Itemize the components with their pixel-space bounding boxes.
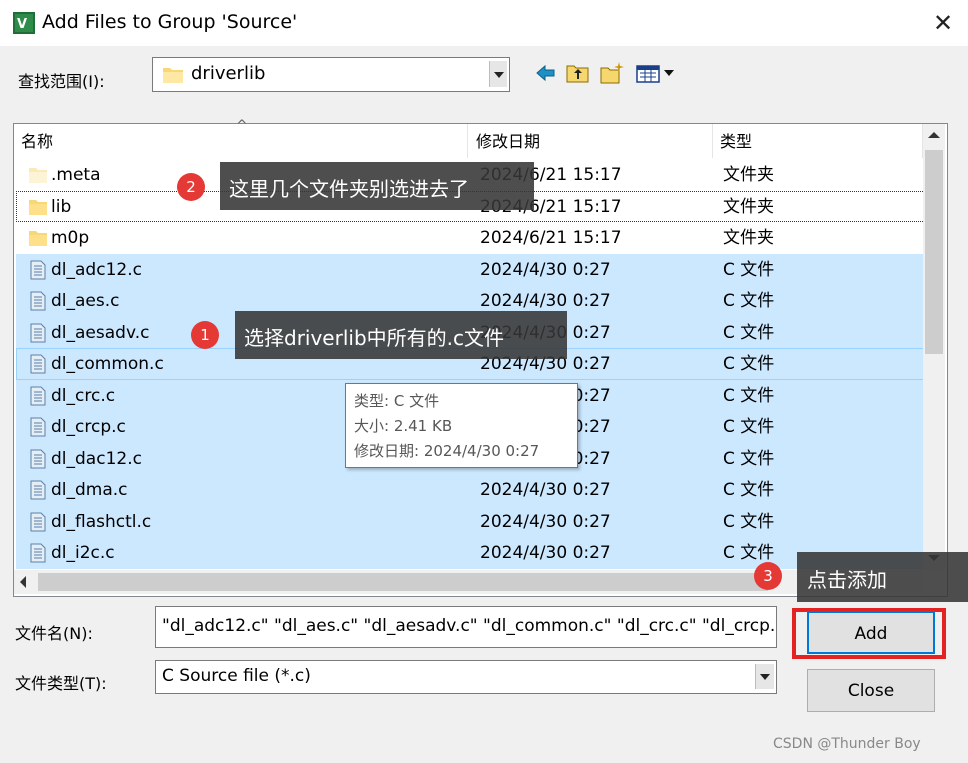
c-file-icon xyxy=(30,449,46,468)
file-row[interactable]: dl_dma.c 2024/4/30 0:27 C 文件 xyxy=(16,474,929,506)
annotation-text: 选择driverlib中所有的.c文件 xyxy=(244,326,504,350)
c-file-icon xyxy=(30,512,46,531)
file-name: dl_crcp.c xyxy=(51,417,126,437)
new-folder-icon[interactable] xyxy=(600,60,624,86)
annotation-callout-1: 选择driverlib中所有的.c文件 xyxy=(235,311,567,359)
file-type: C 文件 xyxy=(723,480,775,500)
file-name: dl_adc12.c xyxy=(51,259,142,280)
filetype-select[interactable]: C Source file (*.c) xyxy=(155,660,777,694)
c-file-icon xyxy=(30,417,46,437)
sort-ascending-icon: ^ xyxy=(236,118,248,134)
close-icon[interactable]: ✕ xyxy=(930,6,956,40)
watermark: CSDN @Thunder Boy xyxy=(773,736,921,752)
file-type: C 文件 xyxy=(723,417,775,437)
up-folder-icon[interactable] xyxy=(566,60,590,86)
scroll-up-icon[interactable] xyxy=(923,124,945,146)
file-name: dl_common.c xyxy=(51,354,164,374)
annotation-badge-1: 1 xyxy=(191,321,219,349)
c-file-icon xyxy=(30,543,46,563)
keil-uvision-icon: V xyxy=(13,12,35,34)
file-row[interactable]: m0p 2024/6/21 15:17 文件夹 xyxy=(16,222,929,254)
column-header-type[interactable]: 类型 xyxy=(713,124,923,158)
lookin-combobox[interactable]: driverlib xyxy=(152,57,510,92)
file-name: dl_crc.c xyxy=(51,385,116,406)
folder-icon xyxy=(29,168,47,183)
file-date: 2024/4/30 0:27 xyxy=(480,480,611,500)
chevron-down-icon[interactable] xyxy=(489,61,507,87)
scroll-left-icon[interactable] xyxy=(14,570,36,594)
file-type: C 文件 xyxy=(723,511,775,532)
annotation-callout-2: 这里几个文件夹别选进去了 xyxy=(220,162,534,210)
c-file-icon xyxy=(30,386,46,405)
file-type: C 文件 xyxy=(723,385,775,406)
svg-text:V: V xyxy=(17,17,27,32)
annotation-badge-3: 3 xyxy=(754,562,782,590)
file-row[interactable]: dl_adc12.c 2024/4/30 0:27 C 文件 xyxy=(16,253,929,285)
file-type: C 文件 xyxy=(723,291,775,311)
file-name: dl_aes.c xyxy=(51,291,120,311)
file-tooltip: 类型: C 文件 大小: 2.41 KB 修改日期: 2024/4/30 0:2… xyxy=(345,383,578,468)
close-button[interactable]: Close xyxy=(807,669,935,712)
file-name: lib xyxy=(51,196,72,217)
folder-icon xyxy=(29,231,47,246)
file-type: C 文件 xyxy=(723,448,775,469)
tooltip-date: 修改日期: 2024/4/30 0:27 xyxy=(354,442,540,460)
horizontal-scrollbar[interactable] xyxy=(14,570,923,594)
filetype-value: C Source file (*.c) xyxy=(162,666,311,686)
filename-input[interactable]: "dl_adc12.c" "dl_aes.c" "dl_aesadv.c" "d… xyxy=(155,606,777,648)
filetype-label: 文件类型(T): xyxy=(15,674,107,693)
lookin-value: driverlib xyxy=(191,63,266,84)
annotation-text: 这里几个文件夹别选进去了 xyxy=(229,177,469,201)
tooltip-type: 类型: C 文件 xyxy=(354,392,440,410)
c-file-icon xyxy=(30,480,46,500)
file-type: C 文件 xyxy=(723,322,775,343)
file-type: 文件夹 xyxy=(723,165,774,185)
file-name: m0p xyxy=(51,228,90,248)
folder-icon xyxy=(163,68,183,83)
file-name: dl_i2c.c xyxy=(51,543,115,563)
file-date: 2024/4/30 0:27 xyxy=(480,259,611,280)
filename-label: 文件名(N): xyxy=(15,624,93,643)
file-date: 2024/4/30 0:27 xyxy=(480,511,611,532)
tooltip-size: 大小: 2.41 KB xyxy=(354,417,453,435)
file-name: dl_flashctl.c xyxy=(51,511,152,532)
annotation-callout-3: 点击添加 xyxy=(797,552,968,602)
c-file-icon xyxy=(30,260,46,279)
file-name: dl_dma.c xyxy=(51,480,128,500)
add-button[interactable]: Add xyxy=(807,611,935,654)
file-date: 2024/4/30 0:27 xyxy=(480,543,611,563)
file-row[interactable]: dl_i2c.c 2024/4/30 0:27 C 文件 xyxy=(16,537,929,569)
c-file-icon xyxy=(30,354,46,374)
scrollbar-thumb[interactable] xyxy=(925,150,943,354)
lookin-label: 查找范围(I): xyxy=(18,72,105,91)
vertical-scrollbar[interactable] xyxy=(923,124,945,570)
file-type: 文件夹 xyxy=(723,228,774,248)
file-type: 文件夹 xyxy=(723,196,774,217)
file-type: C 文件 xyxy=(723,354,775,374)
file-name: dl_dac12.c xyxy=(51,448,142,469)
chevron-down-icon[interactable] xyxy=(755,664,774,689)
c-file-icon xyxy=(30,291,46,311)
title-bar: V Add Files to Group 'Source' ✕ xyxy=(0,0,968,46)
file-row[interactable]: dl_flashctl.c 2024/4/30 0:27 C 文件 xyxy=(16,505,929,537)
filename-value: "dl_adc12.c" "dl_aes.c" "dl_aesadv.c" "d… xyxy=(162,616,776,636)
annotation-badge-2: 2 xyxy=(177,173,205,201)
view-menu-icon[interactable] xyxy=(636,60,680,86)
column-header-date[interactable]: 修改日期 xyxy=(469,124,713,158)
window-title: Add Files to Group 'Source' xyxy=(42,11,298,33)
c-file-icon xyxy=(30,323,46,342)
scrollbar-thumb-horizontal[interactable] xyxy=(38,573,768,591)
file-date: 2024/6/21 15:17 xyxy=(480,228,622,248)
folder-icon xyxy=(29,199,47,215)
back-arrow-icon[interactable] xyxy=(534,60,558,86)
file-name: dl_aesadv.c xyxy=(51,322,150,343)
annotation-text: 点击添加 xyxy=(807,568,887,592)
file-name: .meta xyxy=(51,165,101,185)
file-type: C 文件 xyxy=(723,259,775,280)
